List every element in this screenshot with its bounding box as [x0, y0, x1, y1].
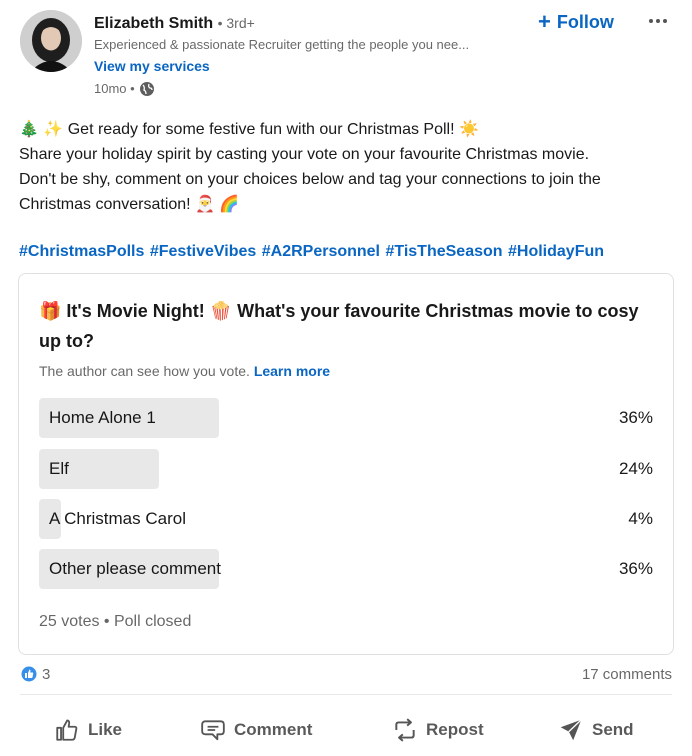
poll-option-label: Elf	[49, 459, 69, 478]
poll-option: Home Alone 1 36%	[39, 398, 653, 438]
repost-button[interactable]: Repost	[392, 706, 484, 754]
comment-button[interactable]: Comment	[200, 706, 312, 754]
author-name-line: Elizabeth Smith • 3rd+	[94, 12, 554, 35]
post-header: Elizabeth Smith • 3rd+ Experienced & pas…	[20, 10, 680, 106]
poll-footer: 25 votes • Poll closed	[39, 613, 192, 630]
poll-option-label: Home Alone 1	[49, 408, 156, 427]
poll-option-label: A Christmas Carol	[49, 509, 186, 528]
post-line: Share your holiday spirit by casting you…	[19, 146, 590, 163]
poll-option: Elf 24%	[39, 449, 653, 489]
send-icon	[560, 719, 582, 741]
comments-count[interactable]: 17 comments	[582, 664, 672, 686]
social-counts: 3 17 comments	[20, 664, 672, 686]
learn-more-link[interactable]: Learn more	[254, 363, 330, 379]
comment-label: Comment	[234, 720, 313, 739]
divider	[20, 694, 672, 695]
hashtag-link[interactable]: #TisTheSeason	[385, 243, 502, 260]
follow-label: Follow	[556, 11, 614, 32]
hashtag-link[interactable]: #A2RPersonnel	[262, 243, 380, 260]
post-meta: 10mo •	[94, 79, 554, 99]
poll-option-percent: 36%	[618, 408, 653, 427]
post-line: Don't be shy, comment on your choices be…	[19, 171, 601, 188]
poll-question: 🎁 It's Movie Night! 🍿 What's your favour…	[39, 301, 639, 351]
author-avatar[interactable]	[20, 10, 82, 72]
repost-icon	[395, 718, 415, 742]
follow-button[interactable]: + Follow	[538, 10, 614, 34]
author-name[interactable]: Elizabeth Smith	[94, 15, 213, 32]
author-info: Elizabeth Smith • 3rd+ Experienced & pas…	[94, 12, 554, 99]
hashtag-list: #ChristmasPolls #FestiveVibes #A2RPerson…	[19, 240, 605, 264]
plus-icon: +	[538, 9, 551, 34]
globe-icon	[139, 81, 155, 97]
connection-degree: • 3rd+	[217, 15, 255, 31]
poll-option-percent: 4%	[628, 509, 653, 528]
poll-privacy-note: The author can see how you vote. Learn m…	[39, 361, 330, 381]
hashtag-link[interactable]: #HolidayFun	[508, 243, 604, 260]
poll-option-label: Other please comment	[49, 559, 221, 578]
post-line: Christmas conversation! 🎅 🌈	[19, 196, 240, 213]
post-timestamp: 10mo •	[94, 81, 135, 96]
poll-note-text: The author can see how you vote.	[39, 363, 250, 379]
like-reaction-icon	[20, 665, 38, 683]
author-headline: Experienced & passionate Recruiter getti…	[94, 37, 470, 52]
hashtag-link[interactable]: #FestiveVibes	[150, 243, 256, 260]
like-label: Like	[88, 720, 123, 739]
post-action-bar: Like Comment Repost Send	[0, 706, 692, 754]
post-text: 🎄 ✨ Get ready for some festive fun with …	[19, 117, 674, 217]
send-label: Send	[592, 720, 634, 739]
reaction-count: 3	[42, 665, 51, 683]
view-services-link[interactable]: View my services	[94, 55, 210, 77]
hashtag-link[interactable]: #ChristmasPolls	[19, 243, 144, 260]
ellipsis-icon	[649, 19, 667, 23]
reactions-summary[interactable]: 3	[20, 665, 50, 683]
poll-option: A Christmas Carol 4%	[39, 499, 653, 539]
thumbs-up-icon	[56, 719, 78, 741]
poll-option-percent: 24%	[618, 459, 653, 478]
repost-label: Repost	[426, 720, 484, 739]
more-options-button[interactable]	[646, 12, 670, 32]
post-line: 🎄 ✨ Get ready for some festive fun with …	[19, 121, 479, 138]
poll-option: Other please comment 36%	[39, 549, 653, 589]
poll-option-percent: 36%	[618, 559, 653, 578]
comment-icon	[201, 720, 225, 741]
like-button[interactable]: Like	[54, 706, 122, 754]
poll-card: 🎁 It's Movie Night! 🍿 What's your favour…	[18, 273, 674, 655]
send-button[interactable]: Send	[558, 706, 634, 754]
